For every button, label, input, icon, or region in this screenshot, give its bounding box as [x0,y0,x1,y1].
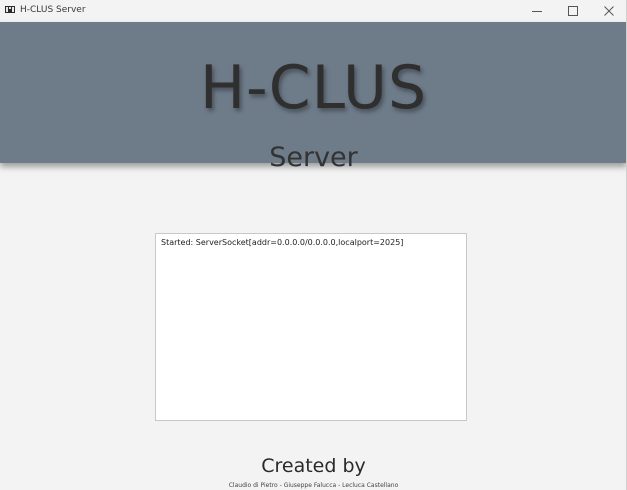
maximize-button[interactable] [555,0,591,21]
window-title: H-CLUS Server [20,5,86,15]
title-bar[interactable]: H-CLUS Server [0,0,627,21]
header-banner: H-CLUS Server [0,22,627,173]
close-button[interactable] [591,0,627,21]
app-title: H-CLUS [199,53,428,123]
minimize-icon [532,10,542,12]
java-app-icon [5,6,15,13]
log-line: Started: ServerSocket[addr=0.0.0.0/0.0.0… [161,238,404,247]
maximize-icon [568,5,578,16]
app-subtitle: Server [269,142,358,173]
credits-names: Claudio di Pietro - Giuseppe Falucca - L… [228,482,399,489]
app-window: H-CLUS Server H-CLUS Server Started: Ser… [0,0,627,490]
minimize-button[interactable] [519,0,555,21]
close-icon [604,5,614,16]
server-log-textarea[interactable]: Started: ServerSocket[addr=0.0.0.0/0.0.0… [155,233,467,421]
credits-title: Created by [261,455,366,477]
